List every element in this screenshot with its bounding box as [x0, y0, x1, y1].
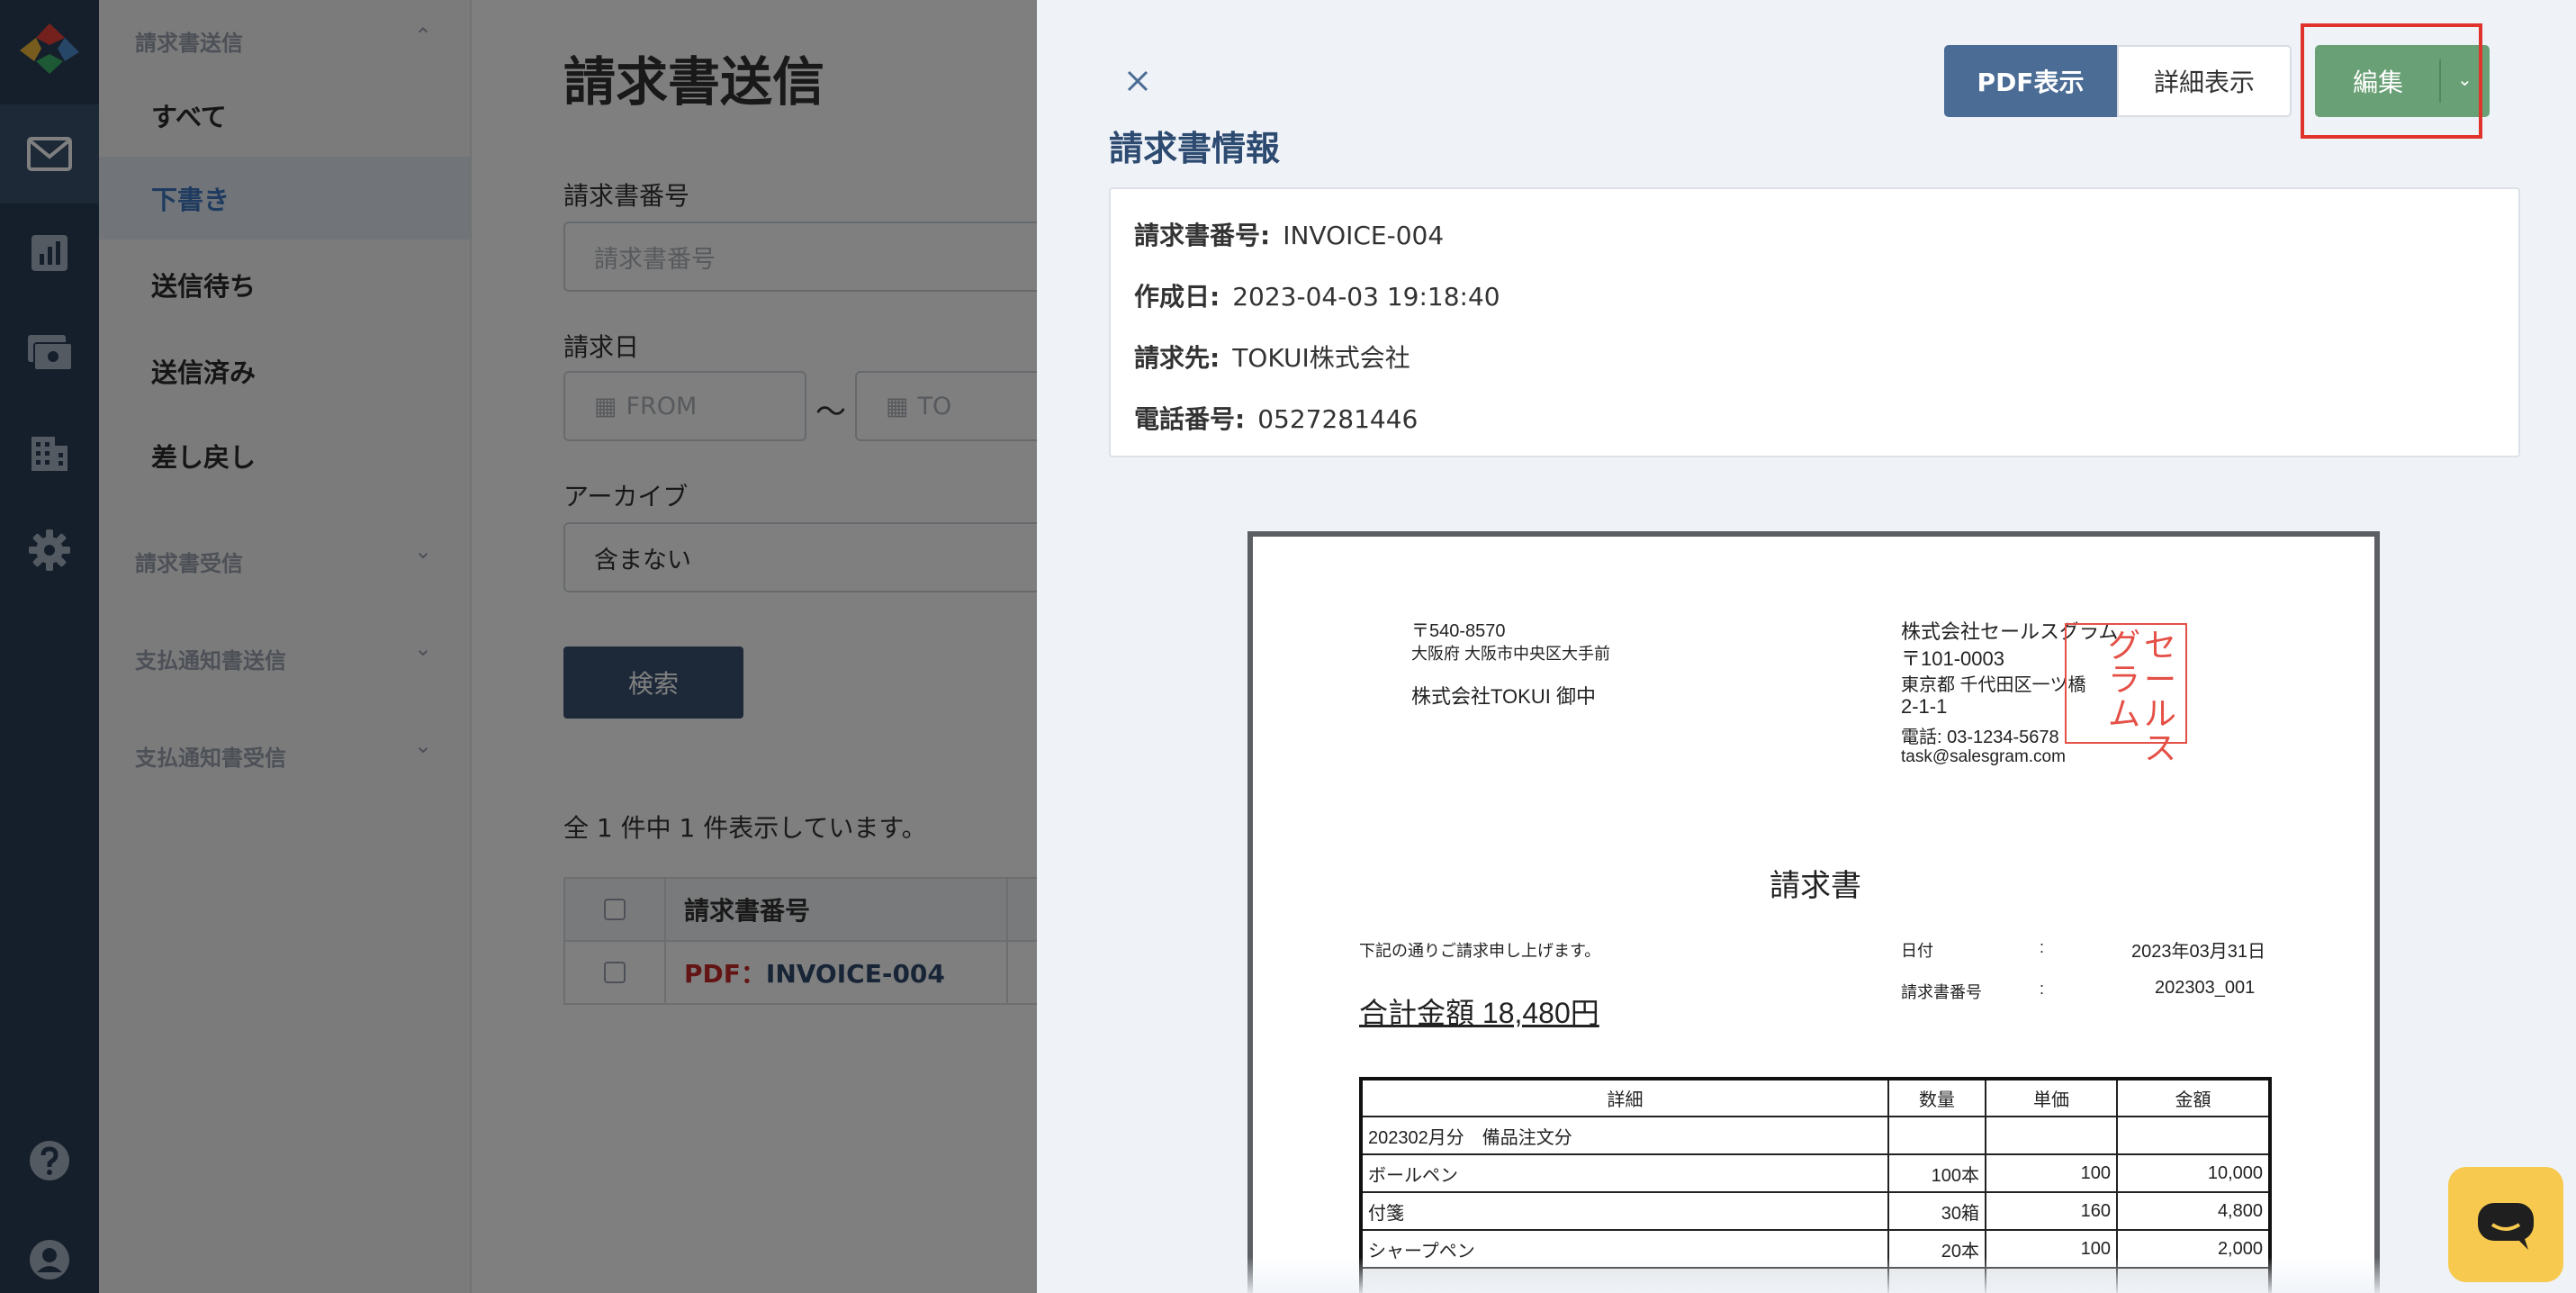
chat-bubble-icon: [2478, 1203, 2534, 1250]
table-row: 付箋 30箱 160 4,800: [1360, 1191, 2271, 1231]
sender-postal: 〒101-0003: [1901, 647, 2004, 670]
sender-phone: 電話: 03-1234-5678: [1901, 728, 2059, 747]
table-row: ボールペン 100本 100 10,000: [1360, 1153, 2271, 1193]
bottom-fade: [1037, 1257, 2576, 1293]
greeting-text: 下記の通りご請求申し上げます。: [1359, 942, 1601, 960]
date-label: 日付: [1901, 942, 1933, 960]
pdf-view-button[interactable]: PDF表示: [1944, 45, 2117, 117]
modal-overlay[interactable]: [0, 0, 1037, 1293]
table-row: 202302月分 備品注文分: [1360, 1116, 2271, 1155]
col-detail: 詳細: [1360, 1078, 1889, 1117]
info-billing-to: 請求先: TOKUI株式会社: [1134, 343, 1410, 373]
recipient-address: 大阪府 大阪市中央区大手前: [1411, 645, 1610, 663]
number-colon: :: [2040, 980, 2045, 998]
chat-support-button[interactable]: [2448, 1167, 2563, 1282]
number-value: 202303_001: [2155, 978, 2256, 998]
date-colon: :: [2040, 938, 2045, 956]
recipient-company: 株式会社TOKUI 御中: [1411, 685, 1596, 708]
number-label: 請求書番号: [1901, 983, 1982, 1001]
total-amount: 合計金額 18,480円: [1359, 997, 1599, 1029]
col-unit: 単価: [1985, 1078, 2118, 1117]
date-value: 2023年03月31日: [2131, 942, 2265, 962]
info-phone: 電話番号: 0527281446: [1134, 404, 1419, 434]
document-title: 請求書: [1770, 869, 1861, 903]
sender-address-1: 東京都 千代田区一ツ橋: [1901, 675, 2086, 695]
close-icon[interactable]: [1120, 63, 1156, 99]
company-seal-stamp: セールス グラム: [2065, 623, 2187, 765]
invoice-pdf-preview[interactable]: 〒540-8570 大阪府 大阪市中央区大手前 株式会社TOKUI 御中 株式会…: [1247, 531, 2380, 1293]
edit-highlight-box: [2301, 23, 2482, 139]
info-created: 作成日: 2023-04-03 19:18:40: [1134, 282, 1500, 312]
detail-view-button[interactable]: 詳細表示: [2117, 45, 2292, 117]
sender-email: task@salesgram.com: [1901, 747, 2066, 766]
col-amount: 金額: [2116, 1078, 2271, 1117]
info-invoice-no: 請求書番号: INVOICE-004: [1134, 221, 1445, 250]
recipient-postal: 〒540-8570: [1411, 621, 1506, 641]
invoice-info-title: 請求書情報: [1109, 129, 1281, 168]
sender-address-2: 2-1-1: [1901, 695, 1948, 718]
invoice-info-card: 請求書番号: INVOICE-004 作成日: 2023-04-03 19:18:4…: [1109, 187, 2520, 457]
invoice-detail-drawer: PDF表示 詳細表示 編集 ⌄ 請求書情報 請求書番号: INVOICE-004 …: [1037, 0, 2576, 1293]
invoice-paper: 〒540-8570 大阪府 大阪市中央区大手前 株式会社TOKUI 御中 株式会…: [1253, 537, 2374, 1293]
col-qty: 数量: [1887, 1078, 1986, 1117]
